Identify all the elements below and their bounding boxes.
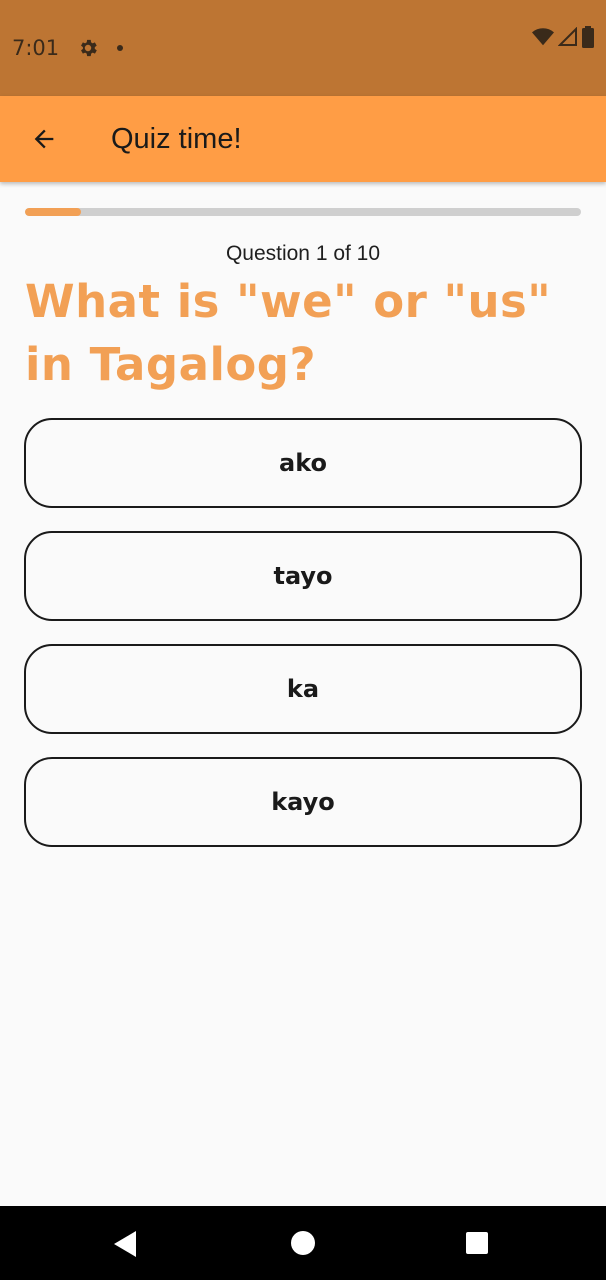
status-icons xyxy=(532,26,594,48)
status-time: 7:01 xyxy=(12,36,60,60)
answer-option-4[interactable]: kayo xyxy=(24,757,582,847)
answer-option-2[interactable]: tayo xyxy=(24,531,582,621)
quiz-progress-fill xyxy=(25,208,81,216)
question-counter: Question 1 of 10 xyxy=(225,242,381,265)
gear-icon xyxy=(77,37,99,59)
nav-recents-icon[interactable] xyxy=(466,1232,488,1254)
status-bar: 7:01 xyxy=(0,0,606,96)
answer-option-3[interactable]: ka xyxy=(24,644,582,734)
arrow-left-icon xyxy=(34,129,54,149)
system-navigation-bar xyxy=(0,1206,606,1280)
battery-icon xyxy=(582,26,594,48)
notification-dot-icon xyxy=(117,45,124,51)
wifi-icon xyxy=(532,28,554,46)
page-title: Quiz time! xyxy=(111,122,242,155)
nav-back-icon[interactable] xyxy=(114,1231,138,1257)
question-text: What is "we" or "us" in Tagalog? xyxy=(25,275,552,391)
quiz-progress-bar xyxy=(25,208,581,216)
nav-home-icon[interactable] xyxy=(291,1231,315,1255)
answer-option-1[interactable]: ako xyxy=(24,418,582,508)
back-button[interactable] xyxy=(22,117,66,161)
signal-icon xyxy=(558,27,577,46)
app-bar: Quiz time! xyxy=(0,96,606,182)
